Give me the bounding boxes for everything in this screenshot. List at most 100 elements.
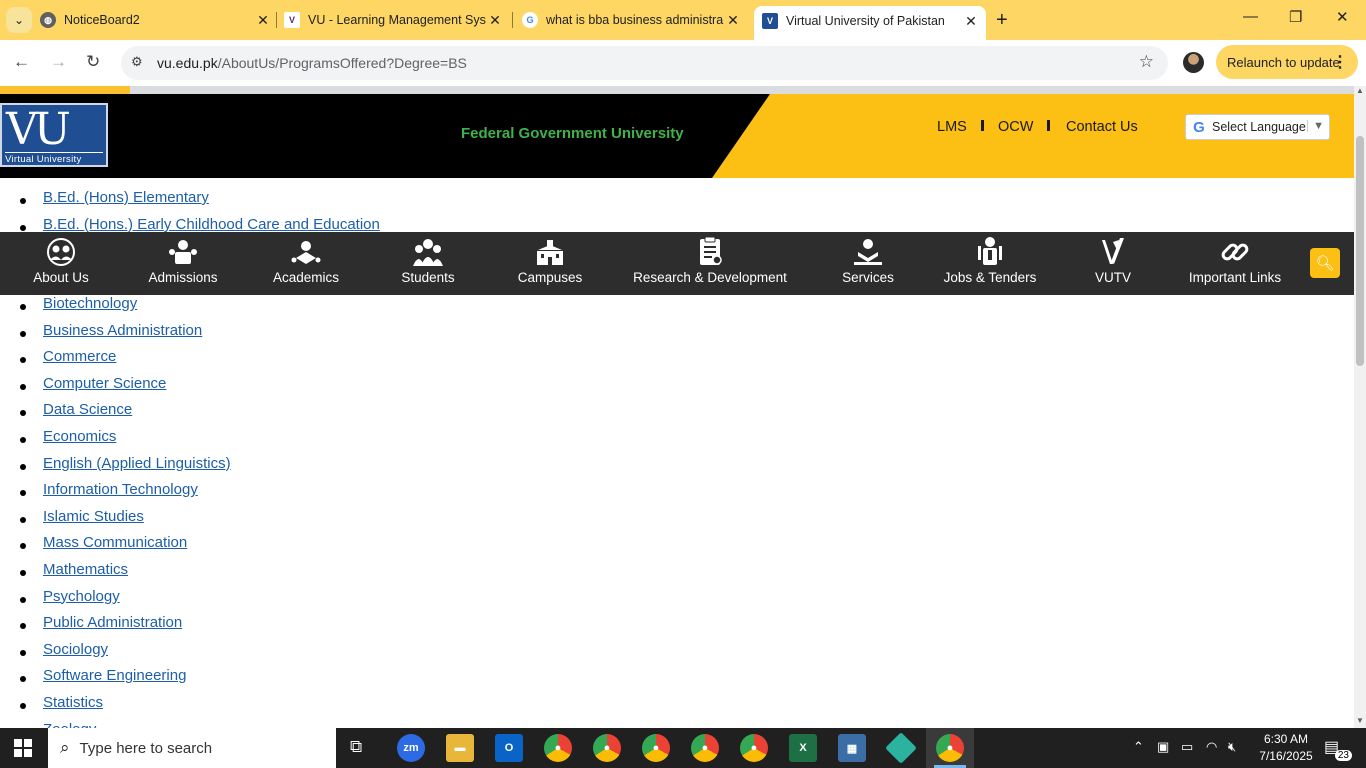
reload-icon[interactable]: ↻ [86,52,100,72]
close-window-icon[interactable]: ✕ [1336,8,1349,26]
notification-center-icon[interactable]: ▤ 23 [1324,737,1352,761]
site-info-icon[interactable]: ⚙ [131,54,143,70]
bullet [20,437,26,443]
program-link-bed-ecce[interactable]: B.Ed. (Hons.) Early Childhood Care and E… [43,216,380,233]
nav-about-us[interactable]: About Us [16,232,106,295]
program-link[interactable]: Islamic Studies [43,508,144,525]
program-link[interactable]: Data Science [43,401,132,418]
minimize-icon[interactable]: — [1243,8,1258,25]
program-link[interactable]: Business Administration [43,322,202,339]
bookmark-star-icon[interactable]: ☆ [1139,52,1154,72]
scroll-thumb[interactable] [1356,136,1364,366]
page-scrollbar[interactable]: ▲ ▼ [1354,86,1366,728]
nav-label: VUTV [1094,270,1131,285]
close-tab-icon[interactable]: ✕ [254,12,272,29]
nav-jobs-tenders[interactable]: Jobs & Tenders [940,232,1040,295]
program-link[interactable]: Computer Science [43,375,166,392]
language-selector[interactable]: G Select Language ▼ [1185,114,1330,140]
windows-taskbar: ⌕ Type here to search ⧉ zm ▬ O ● ● ● ● ●… [0,728,1366,768]
scroll-up-arrow-icon[interactable]: ▲ [1356,86,1364,95]
program-link[interactable]: Commerce [43,348,116,365]
close-tab-icon[interactable]: ✕ [486,12,504,29]
tab-divider [512,12,513,28]
restore-icon[interactable]: ❐ [1289,8,1302,26]
tab-google-search[interactable]: G what is bba business administra ✕ [522,6,742,34]
program-link[interactable]: Mass Communication [43,534,187,551]
students-icon [412,232,444,266]
app-diamond-icon[interactable] [885,732,917,764]
tab-noticeboard[interactable]: ◍ NoticeBoard2 ✕ [40,6,272,34]
contact-us-link[interactable]: Contact Us [1066,119,1138,135]
tab-vu-lms[interactable]: V VU - Learning Management Sys ✕ [284,6,504,34]
wifi-icon[interactable]: ◠ [1206,739,1217,755]
program-link[interactable]: English (Applied Linguistics) [43,455,231,472]
task-view-icon[interactable]: ⧉ [350,737,362,757]
chrome-profile-icon[interactable]: ● [593,734,621,762]
relaunch-button[interactable]: Relaunch to update ⋮ [1216,45,1358,79]
bullet [20,596,26,603]
bullet [20,383,26,390]
chevron-up-icon[interactable]: ⌃ [1133,739,1144,755]
nav-label: Students [401,270,455,285]
chrome-profile-icon[interactable]: ● [642,734,670,762]
outlook-icon[interactable]: O [495,734,523,762]
profile-avatar[interactable] [1183,52,1204,73]
program-link[interactable]: Zoology [43,721,96,728]
nav-label: About Us [33,270,89,285]
file-explorer-icon[interactable]: ▬ [446,734,474,762]
chevron-down-icon: ⌄ [13,13,25,27]
nav-admissions[interactable]: Admissions [138,232,228,295]
tab-search-button[interactable]: ⌄ [6,7,32,33]
zoom-app-icon[interactable]: zm [397,734,425,762]
close-tab-icon[interactable]: ✕ [962,13,980,30]
nav-vutv[interactable]: VUTV [1068,232,1158,295]
new-tab-plus-icon[interactable]: + [996,9,1008,32]
battery-icon[interactable]: ▭ [1181,739,1193,755]
lms-link[interactable]: LMS [937,119,967,135]
browser-toolbar: ← → ↻ ⚙ vu.edu.pk/AboutUs/ProgramsOffere… [0,40,1366,86]
program-link[interactable]: Information Technology [43,481,198,498]
back-arrow-icon[interactable]: ← [13,52,30,72]
address-bar[interactable]: ⚙ vu.edu.pk/AboutUs/ProgramsOffered?Degr… [121,46,1168,80]
chrome-profile-icon[interactable]: ● [740,734,768,762]
nav-campuses[interactable]: Campuses [505,232,595,295]
program-link-bed-elementary[interactable]: B.Ed. (Hons) Elementary [43,189,209,206]
link-icon [1220,232,1250,266]
forward-arrow-icon[interactable]: → [50,52,67,72]
tab-virtual-university[interactable]: V Virtual University of Pakistan ✕ [754,6,986,40]
site-search-button[interactable]: 🔍︎ [1310,248,1340,278]
calculator-icon[interactable]: ▦ [838,734,866,762]
program-link[interactable]: Software Engineering [43,667,186,684]
program-link[interactable]: Mathematics [43,561,128,578]
program-link[interactable]: Economics [43,428,116,445]
program-link[interactable]: Public Administration [43,614,182,631]
nav-research-development[interactable]: Research & Development [632,232,788,295]
nav-students[interactable]: Students [383,232,473,295]
taskbar-search-box[interactable]: ⌕ Type here to search [48,728,336,768]
program-link[interactable]: Statistics [43,694,103,711]
bullet [20,304,26,310]
vu-logo[interactable]: VU Virtual University [0,103,108,167]
url-text[interactable]: vu.edu.pk/AboutUs/ProgramsOffered?Degree… [157,55,467,71]
nav-academics[interactable]: Academics [261,232,351,295]
meet-now-icon[interactable]: ▣ [1157,739,1169,755]
close-tab-icon[interactable]: ✕ [724,12,742,29]
chrome-active-icon[interactable]: ● [936,734,964,762]
scroll-down-arrow-icon[interactable]: ▼ [1356,716,1364,725]
bullet [20,676,26,683]
menu-dots-icon[interactable]: ⋮ [1332,52,1348,72]
chrome-profile-icon[interactable]: ● [691,734,719,762]
nav-services[interactable]: Services [823,232,913,295]
volume-muted-icon[interactable]: 🔇︎ [1228,739,1236,755]
chrome-profile-icon[interactable]: ● [544,734,572,762]
program-link[interactable]: Sociology [43,641,108,658]
ocw-link[interactable]: OCW [998,119,1033,135]
program-link[interactable]: Psychology [43,588,120,605]
people-circle-icon [45,232,77,266]
program-link[interactable]: Biotechnology [43,295,137,312]
windows-start-icon[interactable] [14,739,32,757]
nav-important-links[interactable]: Important Links [1180,232,1290,295]
excel-icon[interactable]: X [789,734,817,762]
nav-label: Academics [272,270,340,285]
system-clock[interactable]: 6:30 AM 7/16/2025 [1254,731,1318,765]
